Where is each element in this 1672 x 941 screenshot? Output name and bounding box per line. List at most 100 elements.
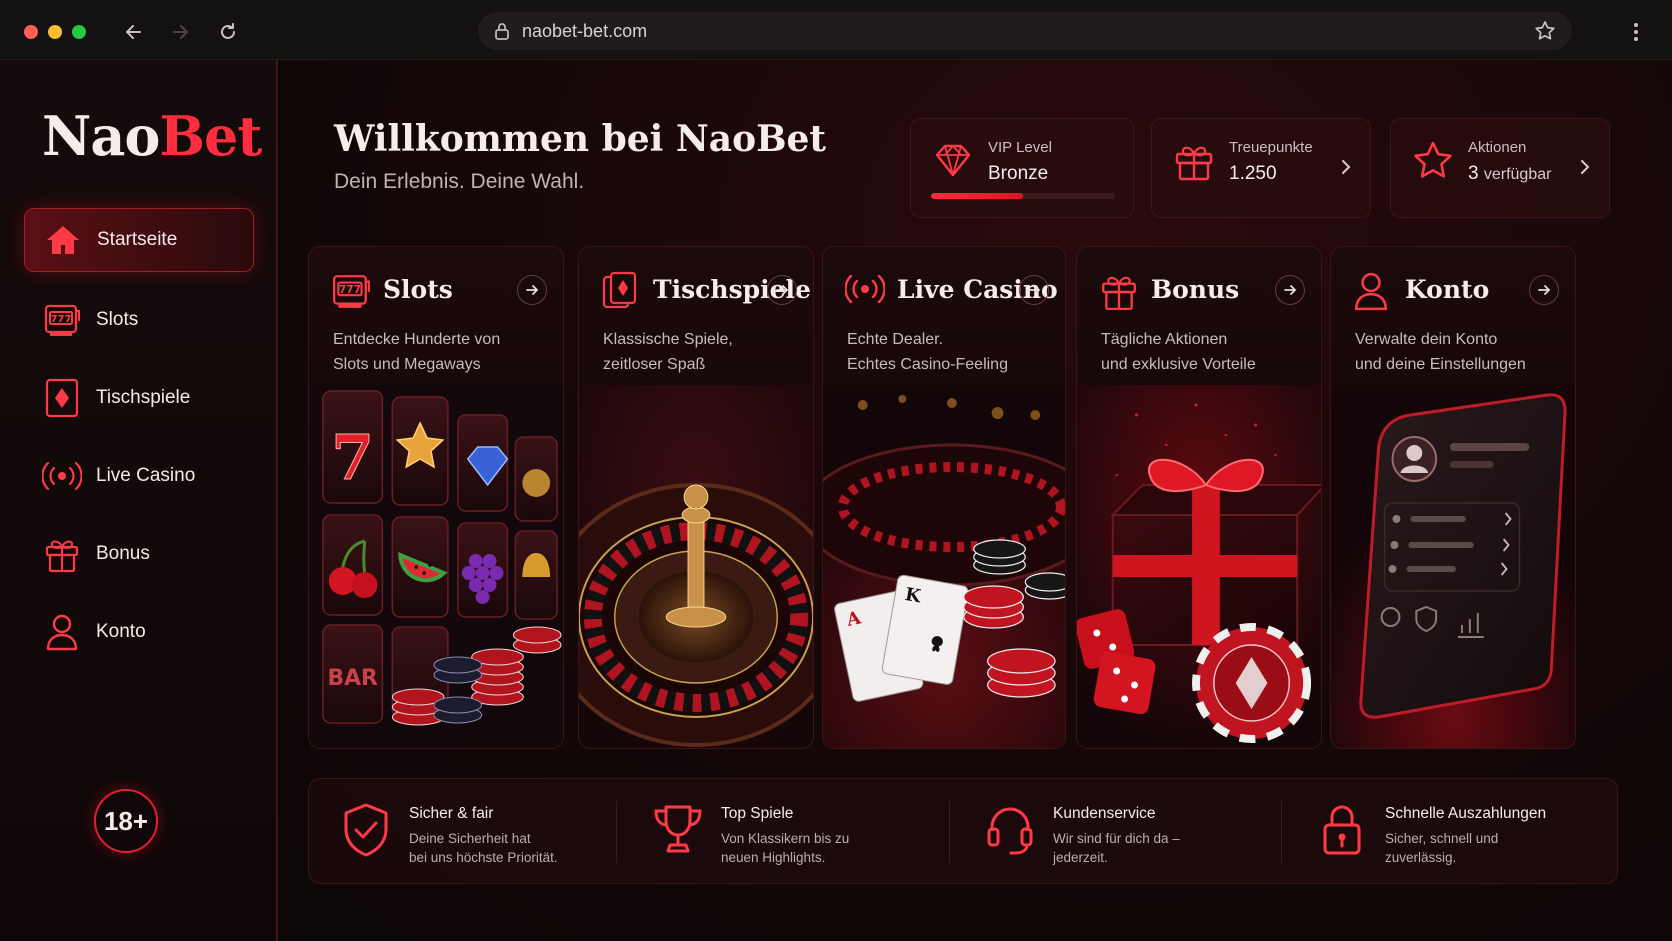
- roulette-wheel-illustration: [579, 385, 813, 748]
- bar-symbol: BAR: [327, 666, 377, 691]
- gift-icon: [1172, 139, 1216, 183]
- card-bonus[interactable]: Bonus Tägliche Aktionen und exklusive Vor…: [1076, 246, 1322, 749]
- chevron-right-icon: [1577, 159, 1593, 175]
- card-description: Verwalte dein Konto und deine Einstellung…: [1355, 331, 1526, 373]
- star-icon: [1411, 139, 1455, 183]
- sidebar-item-label: Live Casino: [96, 465, 196, 486]
- svg-text:777: 777: [339, 284, 361, 296]
- slot-machine-icon: 777: [42, 300, 82, 340]
- feature-support: Kundenservice Wir sind für dich da – jede…: [953, 779, 1273, 885]
- loyalty-points-panel[interactable]: Treuepunkte 1.250: [1151, 118, 1371, 218]
- vip-progress-fill: [931, 193, 1023, 199]
- card-title: Konto: [1405, 275, 1490, 304]
- feature-title: Schnelle Auszahlungen: [1385, 805, 1547, 822]
- sidebar-item-slots[interactable]: 777 Slots: [24, 288, 254, 352]
- arrow-right-icon[interactable]: [767, 275, 797, 305]
- user-icon: [1353, 271, 1393, 311]
- card-description: Entdecke Hunderte von Slots und Megaways: [333, 331, 501, 373]
- card-description: Tägliche Aktionen und exklusive Vorteile: [1101, 331, 1256, 373]
- card-slots[interactable]: 777 Slots Entdecke Hunderte von Slots und…: [308, 246, 564, 749]
- back-arrow-icon[interactable]: [120, 18, 148, 46]
- browser-chrome: naobet-bet.com: [0, 0, 1672, 60]
- sidebar-item-startseite[interactable]: Startseite: [24, 208, 254, 272]
- gift-box-illustration: [1077, 385, 1321, 748]
- feature-description: Von Klassikern bis zu neuen Highlights.: [721, 831, 850, 865]
- url-text: naobet-bet.com: [522, 20, 648, 41]
- promotions-panel[interactable]: Aktionen 3 verfügbar: [1390, 118, 1610, 218]
- live-broadcast-icon: [844, 271, 886, 311]
- feature-description: Deine Sicherheit hat bei uns höchste Prio…: [409, 831, 558, 865]
- gift-icon: [1099, 271, 1139, 311]
- minimize-window-button[interactable]: [48, 25, 62, 39]
- reload-icon[interactable]: [214, 18, 242, 46]
- card-diamond-icon: [42, 378, 82, 418]
- feature-divider: [616, 801, 617, 863]
- page-title: Willkommen bei NaoBet: [334, 118, 827, 160]
- close-window-button[interactable]: [24, 25, 38, 39]
- lock-icon: [1315, 801, 1369, 859]
- maximize-window-button[interactable]: [72, 25, 86, 39]
- age-restriction-badge: 18+: [94, 789, 158, 853]
- sidebar-item-label: Tischspiele: [96, 387, 191, 408]
- slot-reels-illustration: 7 BAR: [309, 385, 563, 748]
- feature-payouts: Schnelle Auszahlungen Sicher, schnell un…: [1285, 779, 1605, 885]
- loyalty-points-value: 1.250: [1229, 163, 1277, 184]
- sidebar-item-live-casino[interactable]: Live Casino: [24, 444, 254, 508]
- bonus-chip: [1192, 623, 1312, 743]
- feature-top-games: Top Spiele Von Klassikern bis zu neuen Hi…: [621, 779, 941, 885]
- arrow-right-icon[interactable]: [517, 275, 547, 305]
- promotions-label: Aktionen: [1468, 139, 1527, 156]
- diamond-icon: [931, 139, 975, 183]
- feature-divider: [1281, 801, 1282, 863]
- naobet-logo[interactable]: NaoBet: [42, 104, 262, 168]
- forward-arrow-icon[interactable]: [166, 18, 194, 46]
- card-tischspiele[interactable]: Tischspiele Klassische Spiele, zeitloser …: [578, 246, 814, 749]
- account-phone-illustration: [1331, 385, 1575, 748]
- promotions-value: 3 verfügbar: [1468, 163, 1552, 184]
- vip-level-value: Bronze: [988, 163, 1049, 184]
- browser-menu-icon[interactable]: [1626, 20, 1646, 44]
- address-bar[interactable]: naobet-bet.com: [478, 12, 1572, 50]
- feature-secure: Sicher & fair Deine Sicherheit hat bei un…: [309, 779, 629, 885]
- live-broadcast-icon: [42, 456, 82, 496]
- vip-level-label: VIP Level: [988, 139, 1052, 156]
- arrow-right-icon[interactable]: [1529, 275, 1559, 305]
- vip-level-panel[interactable]: VIP Level Bronze: [910, 118, 1134, 218]
- main-content: Willkommen bei NaoBet Dein Erlebnis. Dei…: [280, 60, 1672, 941]
- feature-title: Top Spiele: [721, 805, 794, 822]
- card-diamond-icon: [601, 271, 641, 311]
- features-bar: Sicher & fair Deine Sicherheit hat bei un…: [308, 778, 1618, 884]
- gift-icon: [42, 534, 82, 574]
- card-konto[interactable]: Konto Verwalte dein Konto und deine Einst…: [1330, 246, 1576, 749]
- card-live-casino[interactable]: Live Casino Echte Dealer. Echtes Casino-F…: [822, 246, 1066, 749]
- page-tagline: Dein Erlebnis. Deine Wahl.: [334, 170, 585, 193]
- feature-divider: [949, 801, 950, 863]
- coin-symbol: [522, 469, 551, 497]
- lucky-seven-symbol: 7: [331, 421, 374, 494]
- slot-machine-icon: 777: [331, 271, 371, 311]
- feature-description: Wir sind für dich da – jederzeit.: [1053, 831, 1180, 865]
- feature-title: Kundenservice: [1053, 805, 1156, 822]
- card-description: Klassische Spiele, zeitloser Spaß: [603, 331, 733, 373]
- bookmark-star-icon[interactable]: [1534, 20, 1556, 42]
- sidebar-item-bonus[interactable]: Bonus: [24, 522, 254, 586]
- card-description: Echte Dealer. Echtes Casino-Feeling: [847, 331, 1008, 373]
- arrow-right-icon[interactable]: [1275, 275, 1305, 305]
- sidebar-item-tischspiele[interactable]: Tischspiele: [24, 366, 254, 430]
- loyalty-points-label: Treuepunkte: [1229, 139, 1313, 156]
- sidebar-item-label: Konto: [96, 621, 146, 642]
- chevron-right-icon: [1338, 159, 1354, 175]
- sidebar-item-label: Startseite: [97, 229, 178, 250]
- user-icon: [42, 612, 82, 652]
- lock-icon: [494, 22, 510, 40]
- sidebar-item-konto[interactable]: Konto: [24, 600, 254, 664]
- arrow-right-icon[interactable]: [1019, 275, 1049, 305]
- feature-description: Sicher, schnell und zuverlässig.: [1385, 831, 1499, 865]
- sidebar: NaoBet Startseite 777 Slots Tischspiele …: [0, 60, 278, 941]
- shield-check-icon: [339, 801, 393, 859]
- card-title: Bonus: [1151, 275, 1240, 304]
- trophy-icon: [651, 801, 705, 859]
- svg-text:777: 777: [51, 314, 72, 325]
- sidebar-item-label: Slots: [96, 309, 139, 330]
- headset-icon: [983, 801, 1037, 859]
